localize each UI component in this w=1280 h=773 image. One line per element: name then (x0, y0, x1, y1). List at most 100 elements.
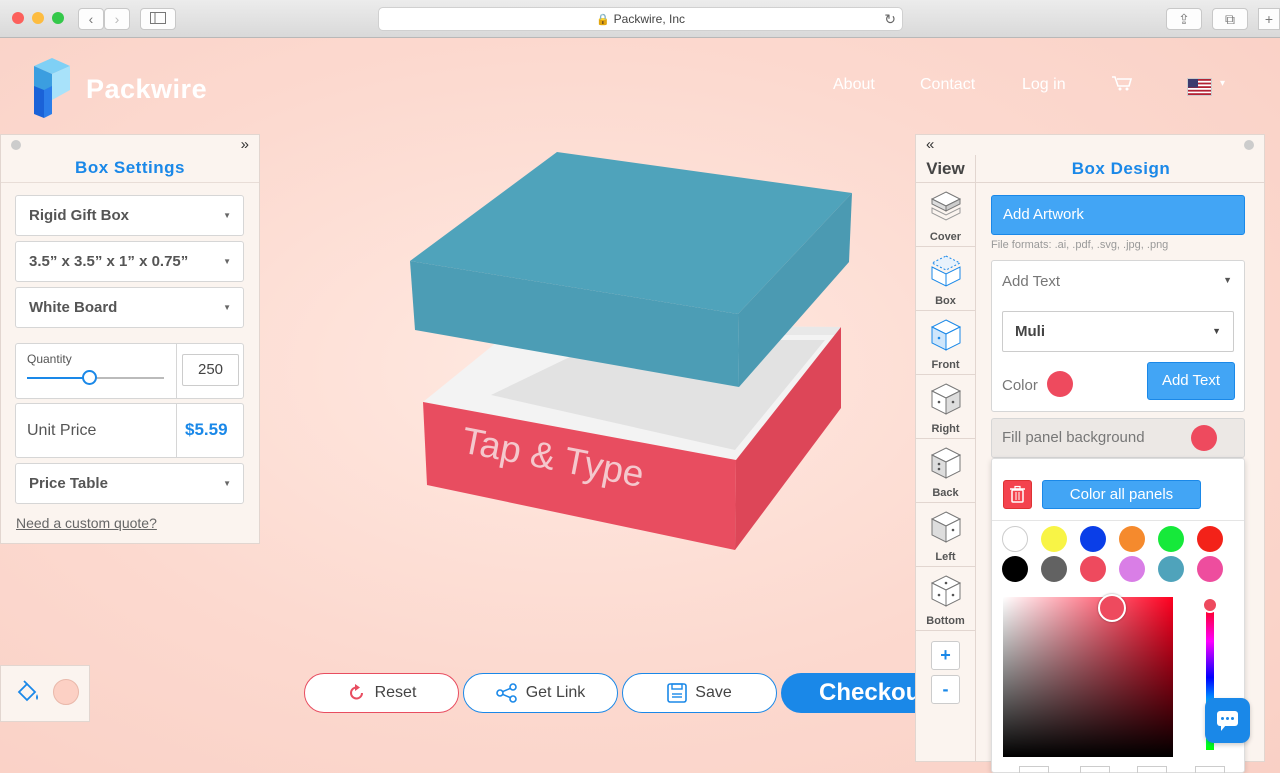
get-link-label: Get Link (525, 684, 586, 701)
us-flag-icon[interactable] (1187, 78, 1212, 96)
color-swatch[interactable] (1080, 556, 1106, 582)
color-swatch[interactable] (1002, 556, 1028, 582)
view-cover-button[interactable]: Cover (916, 183, 975, 247)
chat-icon[interactable] (1205, 698, 1250, 743)
trash-icon[interactable] (1003, 480, 1032, 509)
reset-button[interactable]: Reset (304, 673, 459, 713)
color-swatch[interactable] (1158, 526, 1184, 552)
file-formats-note: File formats: .ai, .pdf, .svg, .jpg, .pn… (991, 239, 1169, 251)
save-label: Save (695, 684, 732, 701)
share-icon[interactable]: ⇪ (1166, 8, 1202, 30)
browser-toolbar: ‹ › 🔒 Packwire, Inc ↻ ⇪ ⧉ + (0, 0, 1280, 38)
add-text-toggle[interactable]: Add Text (1002, 273, 1060, 290)
dimensions-select[interactable]: 3.5” x 3.5” x 1” x 0.75” ▼ (15, 241, 244, 282)
view-bottom-button[interactable]: Bottom (916, 567, 975, 631)
box-3d-preview[interactable]: Tap & Type (405, 150, 855, 555)
quantity-input[interactable]: 250 (182, 354, 239, 386)
quantity-slider-handle[interactable] (81, 370, 97, 385)
color-swatch[interactable] (1158, 556, 1184, 582)
view-title: View (916, 155, 975, 183)
hue-slider-handle[interactable] (1202, 597, 1218, 613)
view-box-label: Box (935, 295, 956, 307)
get-link-button[interactable]: Get Link (463, 673, 618, 713)
zoom-out-button[interactable]: - (931, 675, 960, 704)
checkout-button[interactable]: Checkout (781, 673, 926, 713)
price-table-label: Price Table (29, 475, 108, 492)
language-chevron-down-icon[interactable]: ▾ (1220, 78, 1225, 89)
panel-minimize-dot[interactable] (11, 140, 21, 150)
collapse-panel-icon[interactable]: « (926, 136, 934, 153)
panel-color-swatch[interactable] (1191, 425, 1217, 451)
unit-price-label: Unit Price (27, 422, 97, 439)
color-swatch[interactable] (1041, 556, 1067, 582)
back-button[interactable]: ‹ (78, 8, 104, 30)
view-front-label: Front (931, 359, 960, 371)
reset-label: Reset (374, 684, 417, 701)
color-value-field[interactable] (1080, 766, 1110, 773)
cart-icon[interactable] (1111, 75, 1133, 96)
add-artwork-button[interactable]: Add Artwork (991, 195, 1245, 235)
color-swatch[interactable] (1002, 526, 1028, 552)
material-select[interactable]: White Board ▼ (15, 287, 244, 328)
box-design-title: Box Design (976, 155, 1264, 183)
view-left-label: Left (935, 551, 956, 563)
text-color-label: Color (1002, 377, 1038, 394)
address-bar[interactable]: 🔒 Packwire, Inc ↻ (378, 7, 903, 31)
box-type-select[interactable]: Rigid Gift Box ▼ (15, 195, 244, 236)
close-window-button[interactable] (12, 12, 24, 24)
view-front-button[interactable]: Front (916, 311, 975, 375)
color-swatch[interactable] (1119, 526, 1145, 552)
saturation-value-handle[interactable] (1098, 594, 1126, 622)
bottom-view-icon (930, 575, 961, 607)
view-back-button[interactable]: Back (916, 439, 975, 503)
reload-icon[interactable]: ↻ (884, 8, 896, 30)
dimensions-value: 3.5” x 3.5” x 1” x 0.75” (29, 253, 189, 270)
color-value-field[interactable] (1195, 766, 1225, 773)
view-left-button[interactable]: Left (916, 503, 975, 567)
panel-minimize-dot[interactable] (1244, 140, 1254, 150)
nav-login-link[interactable]: Log in (1022, 76, 1066, 94)
front-view-icon (930, 319, 961, 351)
custom-quote-link[interactable]: Need a custom quote? (16, 515, 157, 531)
color-all-panels-button[interactable]: Color all panels (1042, 480, 1201, 509)
nav-contact-link[interactable]: Contact (920, 76, 975, 94)
add-text-button[interactable]: Add Text (1147, 362, 1235, 400)
sidebar-toggle-icon[interactable] (140, 8, 176, 30)
minimize-window-button[interactable] (32, 12, 44, 24)
save-button[interactable]: Save (622, 673, 777, 713)
forward-button[interactable]: › (104, 8, 130, 30)
tabs-overview-icon[interactable]: ⧉ (1212, 8, 1248, 30)
maximize-window-button[interactable] (52, 12, 64, 24)
share-link-icon (495, 682, 517, 703)
quantity-slider-fill (27, 377, 89, 379)
price-table-select[interactable]: Price Table ▼ (15, 463, 244, 504)
chevron-down-icon: ▼ (223, 303, 231, 312)
font-value: Muli (1015, 323, 1045, 340)
color-swatch[interactable] (1041, 526, 1067, 552)
chevron-down-icon: ▼ (223, 479, 231, 488)
nav-about-link[interactable]: About (833, 76, 875, 94)
background-color-swatch[interactable] (53, 679, 79, 705)
text-color-swatch[interactable] (1047, 371, 1073, 397)
address-text: Packwire, Inc (613, 12, 686, 26)
color-swatch[interactable] (1080, 526, 1106, 552)
color-value-field[interactable] (1019, 766, 1049, 773)
quantity-label: Quantity (27, 352, 72, 366)
font-select[interactable]: Muli ▼ (1002, 311, 1234, 352)
saturation-value-area[interactable] (1003, 597, 1173, 757)
paint-bucket-icon[interactable] (15, 678, 43, 706)
zoom-in-button[interactable]: + (931, 641, 960, 670)
brand-name[interactable]: Packwire (86, 74, 207, 105)
color-swatch[interactable] (1197, 556, 1223, 582)
view-box-button[interactable]: Box (916, 247, 975, 311)
material-value: White Board (29, 299, 118, 316)
new-tab-button[interactable]: + (1258, 8, 1280, 30)
chevron-down-icon[interactable]: ▼ (1223, 275, 1232, 285)
color-swatch[interactable] (1197, 526, 1223, 552)
expand-panel-icon[interactable]: » (241, 136, 249, 153)
color-swatch[interactable] (1119, 556, 1145, 582)
view-right-button[interactable]: Right (916, 375, 975, 439)
fill-panel-background-toggle[interactable]: Fill panel background (991, 418, 1245, 458)
color-value-field[interactable] (1137, 766, 1167, 773)
add-text-section: Add Text ▼ Muli ▼ Color Add Text (991, 260, 1245, 412)
